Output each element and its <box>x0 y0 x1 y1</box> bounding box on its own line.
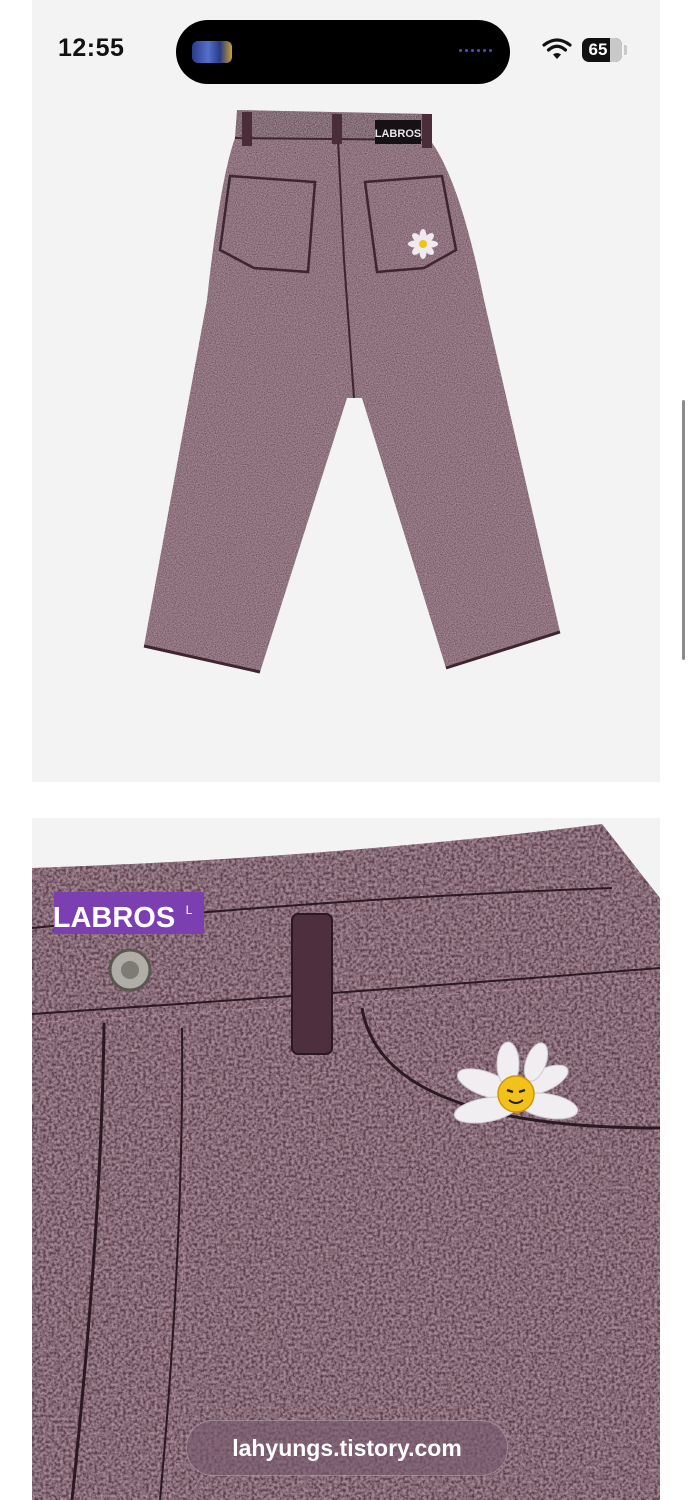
closeup-brand-label: LABROS <box>53 902 175 934</box>
product-image-back-view[interactable]: LABROS <box>32 0 660 782</box>
address-bar[interactable]: lahyungs.tistory.com <box>186 1420 508 1476</box>
product-image-closeup[interactable]: LABROS L <box>32 818 660 1500</box>
address-url: lahyungs.tistory.com <box>232 1434 462 1461</box>
battery-icon: 65 <box>582 38 622 62</box>
dynamic-island[interactable] <box>176 20 510 84</box>
now-playing-thumbnail <box>192 41 232 63</box>
status-bar: 12:55 65 <box>0 0 692 100</box>
audio-waveform-icon <box>459 49 492 52</box>
wifi-icon <box>542 38 572 59</box>
battery-percent: 65 <box>588 40 608 59</box>
battery-tip <box>624 45 627 55</box>
size-label: L <box>186 903 193 917</box>
status-time: 12:55 <box>58 34 125 62</box>
scroll-indicator[interactable] <box>682 400 685 660</box>
back-brand-label: LABROS <box>375 128 421 140</box>
